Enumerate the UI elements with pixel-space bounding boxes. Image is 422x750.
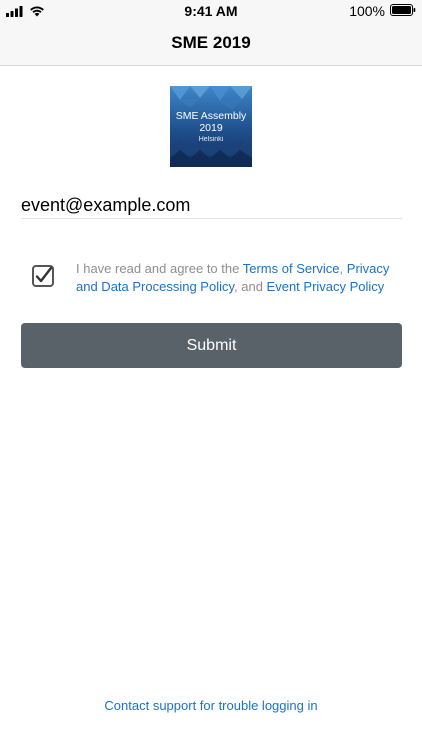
consent-checkbox[interactable] <box>32 265 54 287</box>
terms-of-service-link[interactable]: Terms of Service <box>243 261 340 276</box>
battery-icon <box>390 3 416 19</box>
logo-title: SME Assembly <box>175 110 247 122</box>
consent-separator-2: , and <box>234 279 267 294</box>
submit-button[interactable]: Submit <box>21 323 402 368</box>
event-logo: SME Assembly 2019 Helsinki <box>170 86 252 167</box>
battery-percent: 100% <box>349 3 385 19</box>
page-title: SME 2019 <box>171 33 251 52</box>
consent-text: I have read and agree to the Terms of Se… <box>76 260 406 296</box>
contact-support-link[interactable]: Contact support for trouble logging in <box>0 698 422 713</box>
email-field[interactable] <box>21 193 402 219</box>
checkmark-icon <box>35 266 53 283</box>
logo-city: Helsinki <box>198 136 224 143</box>
status-right: 100% <box>349 3 416 19</box>
status-bar: 9:41 AM 100% <box>0 0 422 22</box>
consent-prefix: I have read and agree to the <box>76 261 243 276</box>
consent-separator-1: , <box>339 261 347 276</box>
nav-bar: SME 2019 <box>0 22 422 66</box>
logo-year: 2019 <box>199 122 223 134</box>
event-privacy-policy-link[interactable]: Event Privacy Policy <box>267 279 385 294</box>
